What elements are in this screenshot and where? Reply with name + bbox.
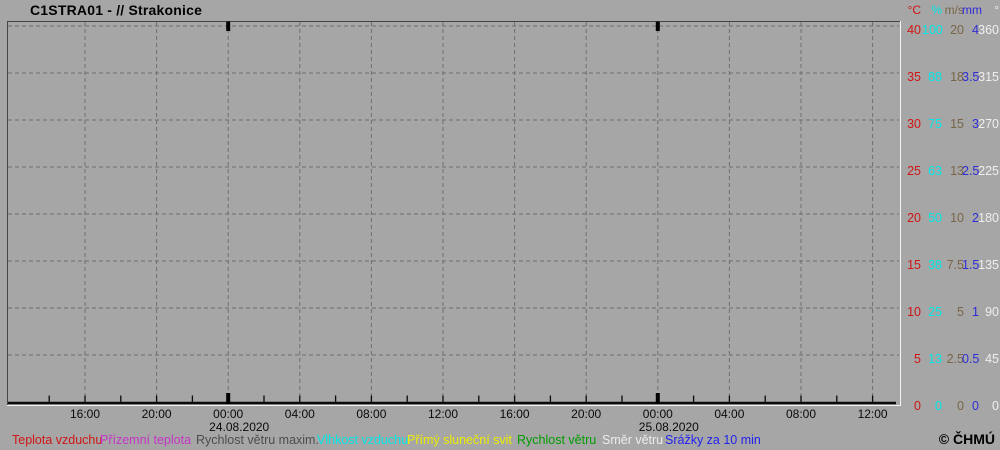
legend-item: Teplota vzduchu bbox=[12, 433, 103, 447]
y-axis-value: 88 bbox=[928, 70, 942, 84]
y-axis-value: 270 bbox=[978, 117, 999, 131]
x-tick-label: 16:00 bbox=[499, 407, 530, 421]
x-tick-label: 20:00 bbox=[571, 407, 602, 421]
y-axis-value: 360 bbox=[978, 23, 999, 37]
legend-item: Přímý sluneční svit bbox=[407, 433, 512, 447]
legend-item: Rychlost větru bbox=[517, 433, 597, 447]
y-axis-value: 5 bbox=[914, 352, 921, 366]
y-axis-value: 20 bbox=[907, 211, 921, 225]
y-axis-unit: m/s bbox=[944, 3, 964, 17]
y-axis-value: 10 bbox=[907, 305, 921, 319]
plot-grid bbox=[7, 21, 901, 406]
y-axis-value: 90 bbox=[985, 305, 999, 319]
x-tick-label: 00:00 bbox=[213, 407, 244, 421]
y-axis-value: 50 bbox=[928, 211, 942, 225]
y-axis-value: 225 bbox=[978, 164, 999, 178]
legend-item: Přízemní teplota bbox=[100, 433, 192, 447]
y-axis-value: 100 bbox=[922, 23, 943, 37]
y-axis-value: 40 bbox=[907, 23, 921, 37]
legend-item: Vlhkost vzduchu bbox=[317, 433, 409, 447]
x-tick-label: 04:00 bbox=[284, 407, 315, 421]
y-axis-value: 315 bbox=[978, 70, 999, 84]
y-axis-value: 45 bbox=[985, 352, 999, 366]
y-axis-unit: % bbox=[931, 3, 942, 17]
x-tick-label: 04:00 bbox=[714, 407, 745, 421]
legend-item: Rychlost větru maxim. bbox=[196, 433, 319, 447]
y-axis-value: 18 bbox=[950, 70, 964, 84]
y-axis-unit: °C bbox=[907, 3, 921, 17]
y-axis-value: 25 bbox=[907, 164, 921, 178]
y-axis-value: 30 bbox=[907, 117, 921, 131]
y-axis-value: 0 bbox=[992, 399, 999, 413]
y-axis-value: 135 bbox=[978, 258, 999, 272]
y-axis-value: 63 bbox=[928, 164, 942, 178]
y-axis-value: 7.5 bbox=[946, 258, 964, 272]
y-axis-unit: ° bbox=[994, 3, 999, 17]
x-tick-label: 12:00 bbox=[857, 407, 888, 421]
y-axis-value: 5 bbox=[957, 305, 964, 319]
y-axis-value: 75 bbox=[928, 117, 942, 131]
y-axis-value: 25 bbox=[928, 305, 942, 319]
y-axis-value: 38 bbox=[928, 258, 942, 272]
x-tick-label: 16:00 bbox=[69, 407, 101, 421]
legend-item: Směr větru bbox=[602, 433, 664, 447]
y-axis-value: 180 bbox=[978, 211, 999, 225]
x-tick-label: 00:00 bbox=[642, 407, 673, 421]
x-date-label: 24.08.2020 bbox=[209, 420, 270, 434]
x-date-label: 25.08.2020 bbox=[638, 420, 699, 434]
y-axis-value: 10 bbox=[950, 211, 964, 225]
y-axis-value: 0 bbox=[935, 399, 942, 413]
y-axis-value: 15 bbox=[907, 258, 921, 272]
x-tick-label: 20:00 bbox=[141, 407, 172, 421]
y-axis-value: 13 bbox=[928, 352, 942, 366]
y-axis-value: 0 bbox=[914, 399, 921, 413]
y-axis-value: 13 bbox=[950, 164, 964, 178]
x-tick-label: 12:00 bbox=[427, 407, 459, 421]
copyright-label: © ČHMÚ bbox=[938, 431, 995, 447]
legend-item: Srážky za 10 min bbox=[665, 433, 761, 447]
y-axis-value: 35 bbox=[907, 70, 921, 84]
y-axis-value: 2.5 bbox=[946, 352, 964, 366]
y-axis-value: 20 bbox=[950, 23, 964, 37]
x-tick-label: 08:00 bbox=[356, 407, 387, 421]
y-axis-value: 0 bbox=[957, 399, 964, 413]
y-axis-value: 15 bbox=[950, 117, 964, 131]
x-tick-label: 08:00 bbox=[785, 407, 817, 421]
